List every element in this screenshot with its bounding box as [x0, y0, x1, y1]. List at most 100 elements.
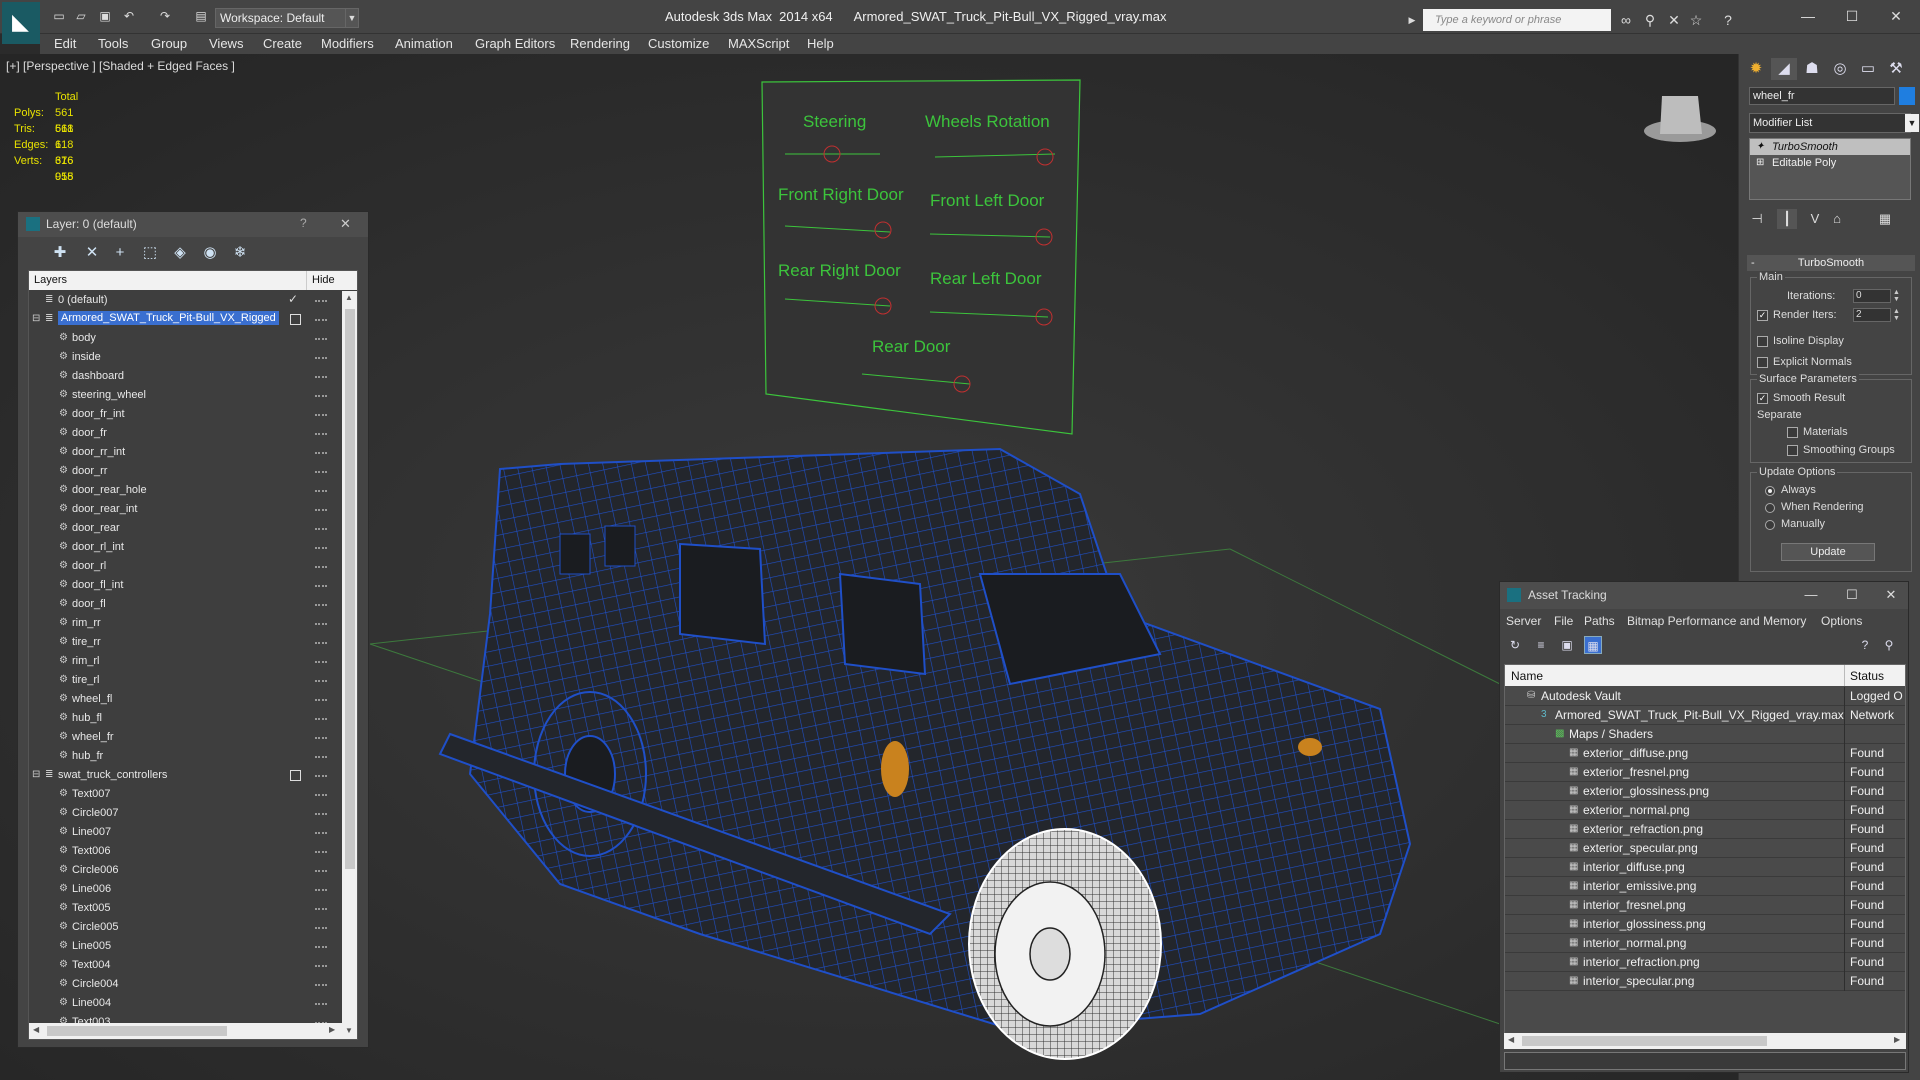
asset-row[interactable]: ▦ interior_specular.png Found — [1505, 972, 1905, 991]
hide-toggle[interactable] — [315, 452, 327, 454]
layer-object-row[interactable]: ⚙ door_fr — [29, 424, 341, 443]
scroll-left-icon[interactable]: ◀ — [1508, 1035, 1514, 1044]
create-layer-icon[interactable]: ✚ — [50, 243, 70, 263]
hide-toggle[interactable] — [315, 623, 327, 625]
hide-toggle[interactable] — [315, 813, 327, 815]
layer-object-row[interactable]: ⚙ Line006 — [29, 880, 341, 899]
asset-row[interactable]: ▩ Maps / Shaders — [1505, 725, 1905, 744]
hide-toggle[interactable] — [315, 471, 327, 473]
layer-object-row[interactable]: ⚙ body — [29, 329, 341, 348]
layer-object-row[interactable]: ⚙ Circle004 — [29, 975, 341, 994]
hide-toggle[interactable] — [315, 699, 327, 701]
layer-list[interactable]: Layers Hide ≣ 0 (default) ✓ ⊟ ≣ Armored_SWAT_… — [28, 270, 358, 1040]
hide-toggle[interactable] — [315, 566, 327, 568]
collapse-icon[interactable]: ⊟ — [32, 313, 43, 325]
layer-object-row[interactable]: ⚙ Line005 — [29, 937, 341, 956]
object-color-swatch[interactable] — [1899, 87, 1915, 105]
scroll-thumb[interactable] — [345, 309, 355, 869]
layer-object-row[interactable]: ⚙ rim_rl — [29, 652, 341, 671]
favorites-star-icon[interactable]: ☆ — [1687, 11, 1705, 29]
close-icon[interactable]: ✕ — [1876, 586, 1906, 604]
hide-toggle[interactable] — [315, 832, 327, 834]
asset-row[interactable]: ▦ exterior_diffuse.png Found — [1505, 744, 1905, 763]
hide-toggle[interactable] — [315, 908, 327, 910]
asset-row[interactable]: ▦ interior_fresnel.png Found — [1505, 896, 1905, 915]
asset-table[interactable]: Name Status ⛁ Autodesk Vault Logged O 3 Armo… — [1504, 664, 1906, 1034]
lightbulb-icon[interactable]: ✦ — [1756, 139, 1764, 155]
layer-object-row[interactable]: ⚙ door_rear — [29, 519, 341, 538]
asset-row[interactable]: ▦ interior_diffuse.png Found — [1505, 858, 1905, 877]
chevron-down-icon[interactable]: ▼ — [345, 8, 359, 28]
hide-toggle[interactable] — [315, 851, 327, 853]
menu-paths[interactable]: Paths — [1584, 614, 1615, 628]
minimize-icon[interactable]: — — [1788, 5, 1828, 27]
layer-row[interactable]: ≣ 0 (default) ✓ — [29, 291, 341, 310]
redo-icon[interactable]: ↷ — [156, 8, 174, 24]
asset-row[interactable]: 3 Armored_SWAT_Truck_Pit-Bull_VX_Rigged_v… — [1505, 706, 1905, 725]
hide-toggle[interactable] — [315, 585, 327, 587]
layer-object-row[interactable]: ⚙ steering_wheel — [29, 386, 341, 405]
layer-object-row[interactable]: ⚙ Text005 — [29, 899, 341, 918]
scroll-up-icon[interactable]: ▲ — [345, 293, 353, 302]
layer-object-row[interactable]: ⚙ door_rr_int — [29, 443, 341, 462]
layer-row[interactable]: ⊟ ≣ Armored_SWAT_Truck_Pit-Bull_VX_Rigged — [29, 310, 341, 329]
menu-bitmap-performance[interactable]: Bitmap Performance and Memory — [1627, 614, 1806, 628]
menu-graph-editors[interactable]: Graph Editors — [475, 36, 555, 51]
layer-object-row[interactable]: ⚙ tire_rl — [29, 671, 341, 690]
help-icon[interactable]: ? — [1719, 11, 1737, 29]
layer-object-row[interactable]: ⚙ tire_rr — [29, 633, 341, 652]
layer-object-row[interactable]: ⚙ Text004 — [29, 956, 341, 975]
layer-object-row[interactable]: ⚙ hub_fr — [29, 747, 341, 766]
layer-object-row[interactable]: ⚙ door_rl_int — [29, 538, 341, 557]
wheel-fr-selected[interactable] — [968, 828, 1162, 1060]
utilities-tab-icon[interactable]: ⚒ — [1883, 58, 1909, 80]
smoothing-groups-checkbox[interactable] — [1787, 445, 1798, 456]
asset-row[interactable]: ▦ exterior_fresnel.png Found — [1505, 763, 1905, 782]
modifier-list-dropdown[interactable]: Modifier List ▼ — [1749, 113, 1919, 133]
rollout-header[interactable]: - TurboSmooth — [1747, 255, 1915, 271]
make-unique-icon[interactable]: V — [1805, 209, 1825, 229]
asset-row[interactable]: ▦ exterior_specular.png Found — [1505, 839, 1905, 858]
current-layer-box[interactable] — [290, 314, 301, 325]
binoculars-icon[interactable]: ∞ — [1617, 11, 1635, 29]
current-layer-box[interactable] — [290, 770, 301, 781]
scroll-down-icon[interactable]: ▼ — [345, 1026, 353, 1035]
hide-toggle[interactable] — [315, 661, 327, 663]
explicit-normals-checkbox[interactable] — [1757, 357, 1768, 368]
undo-icon[interactable]: ↶ — [120, 8, 138, 24]
layer-object-row[interactable]: ⚙ door_fl_int — [29, 576, 341, 595]
asset-row[interactable]: ▦ interior_normal.png Found — [1505, 934, 1905, 953]
hide-toggle[interactable] — [315, 946, 327, 948]
menu-edit[interactable]: Edit — [54, 36, 76, 51]
help-icon[interactable]: ? — [1856, 636, 1874, 654]
viewport-label[interactable]: [+] [Perspective ] [Shaded + Edged Faces… — [6, 59, 235, 73]
asset-horizontal-scrollbar[interactable]: ◀ ▶ — [1504, 1033, 1906, 1049]
thumbnail-view-icon[interactable]: ▣ — [1558, 636, 1576, 654]
search-help-icon[interactable]: ⚲ — [1880, 636, 1898, 654]
menu-views[interactable]: Views — [209, 36, 243, 51]
modifier-stack[interactable]: ✦ TurboSmooth ⊞ Editable Poly — [1749, 138, 1911, 200]
hide-toggle[interactable] — [315, 395, 327, 397]
scroll-right-icon[interactable]: ▶ — [1894, 1035, 1900, 1044]
delete-layer-icon[interactable]: ✕ — [82, 243, 102, 263]
hide-toggle[interactable] — [315, 756, 327, 758]
stack-item-editable-poly[interactable]: ⊞ Editable Poly — [1750, 155, 1910, 171]
hide-toggle[interactable] — [315, 965, 327, 967]
search-input[interactable]: Type a keyword or phrase — [1423, 9, 1611, 31]
layer-object-row[interactable]: ⚙ door_rear_int — [29, 500, 341, 519]
show-end-result-icon[interactable]: ┃ — [1777, 209, 1797, 229]
help-icon[interactable]: ? — [300, 216, 307, 230]
maximize-icon[interactable]: ☐ — [1837, 586, 1867, 604]
column-hide[interactable]: Hide — [312, 274, 335, 286]
isoline-display-checkbox[interactable] — [1757, 336, 1768, 347]
layer-horizontal-scrollbar[interactable]: ◀ ▶ — [29, 1023, 342, 1039]
asset-tracking-titlebar[interactable]: Asset Tracking — ☐ ✕ — [1500, 582, 1908, 609]
menu-modifiers[interactable]: Modifiers — [321, 36, 374, 51]
remove-modifier-icon[interactable]: ⌂ — [1827, 209, 1847, 229]
list-view-icon[interactable]: ≡ — [1532, 636, 1550, 654]
layer-object-row[interactable]: ⚙ door_fl — [29, 595, 341, 614]
menu-server[interactable]: Server — [1506, 614, 1541, 628]
hide-toggle[interactable] — [315, 604, 327, 606]
spinner-arrows-icon[interactable]: ▲ ▼ — [1893, 289, 1901, 303]
hide-toggle[interactable] — [315, 642, 327, 644]
